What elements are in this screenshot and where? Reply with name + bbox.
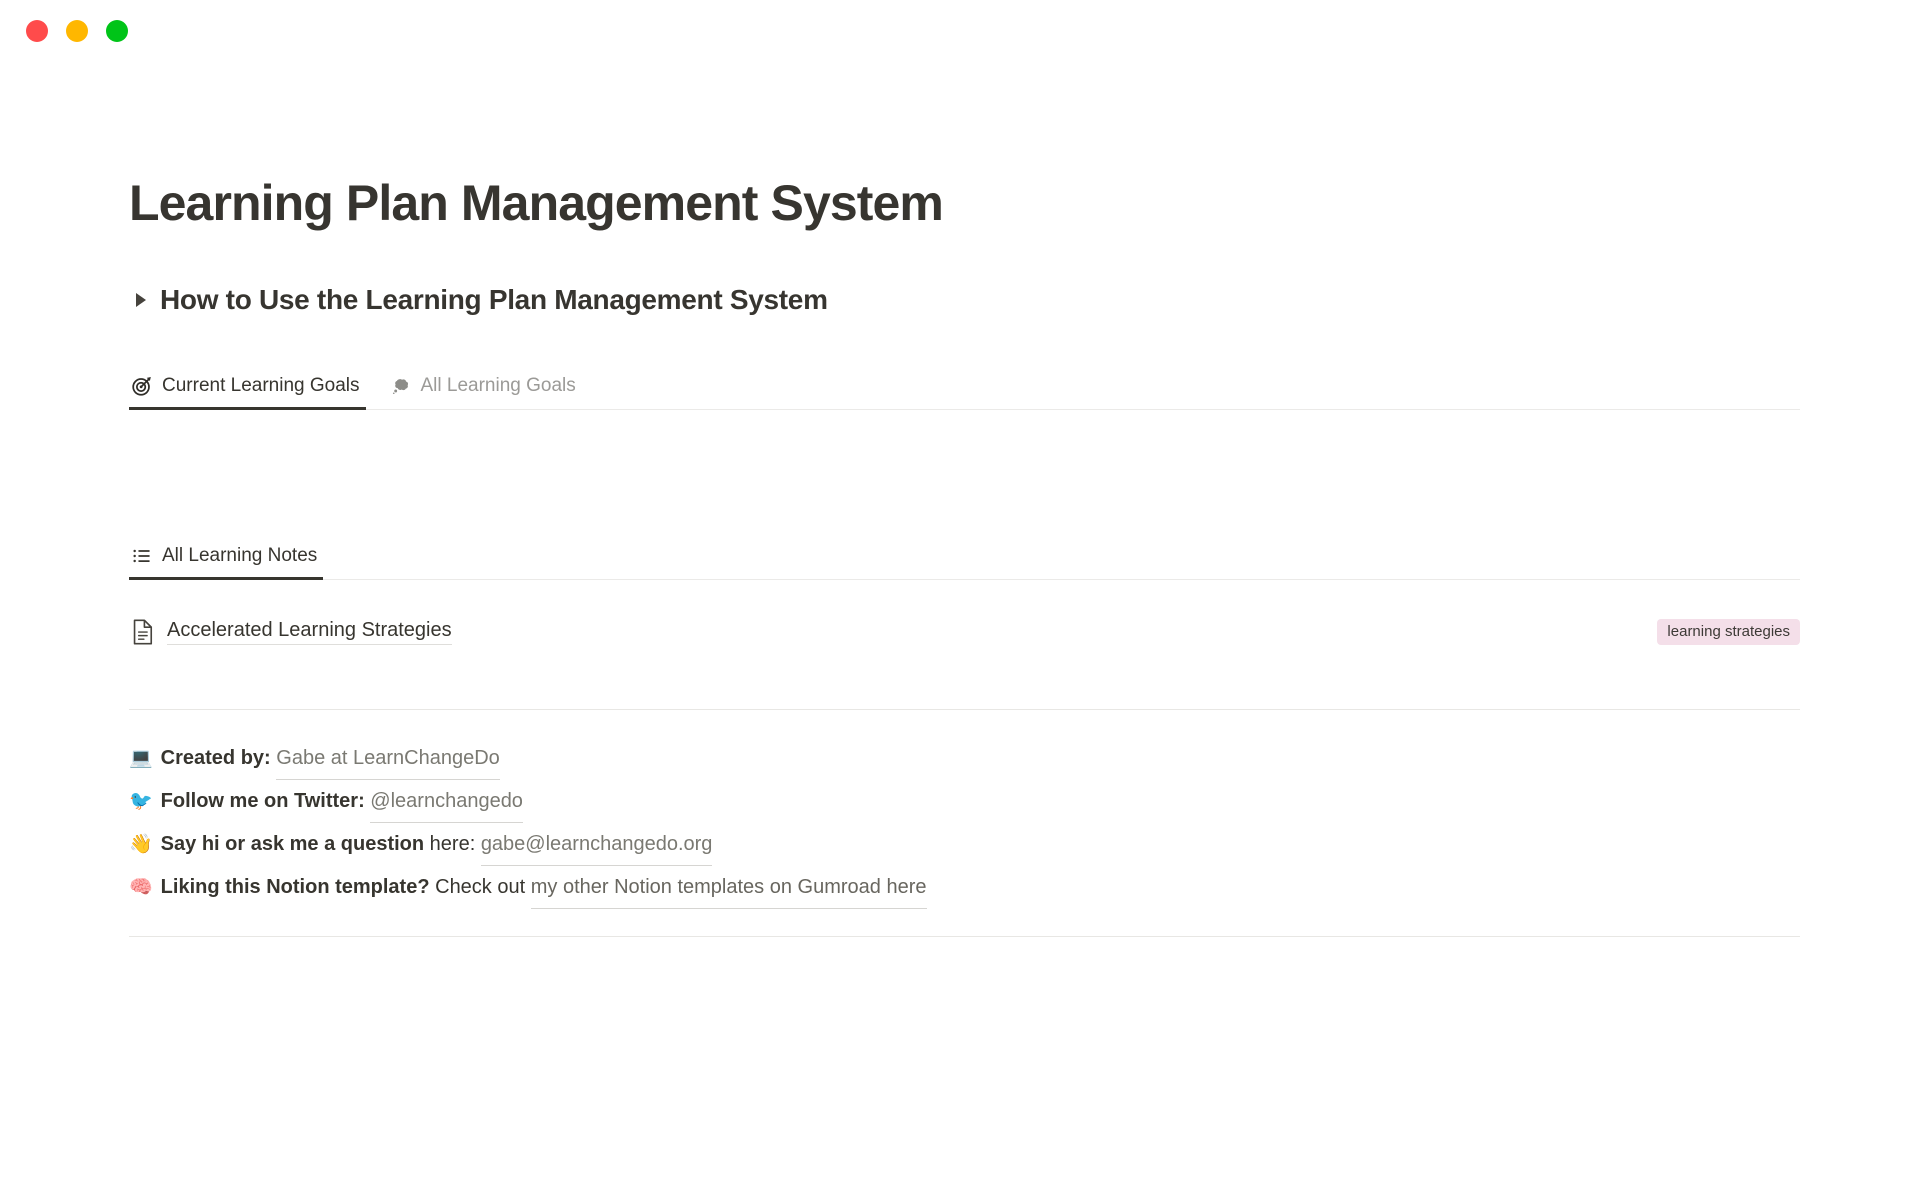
twitter-handle-link[interactable]: @learnchangedo (370, 780, 523, 823)
content-column: Learning Plan Management System How to U… (129, 175, 1800, 937)
brain-emoji: 🧠 (129, 876, 153, 898)
footer-label: Liking this Notion template? (160, 875, 430, 898)
zoom-window-button[interactable] (106, 20, 128, 42)
tab-label: All Learning Goals (420, 374, 576, 396)
tab-label: Current Learning Goals (162, 374, 360, 396)
divider (129, 935, 1800, 937)
table-row[interactable]: Accelerated Learning Strategies learning… (129, 600, 1800, 664)
footer-text: Check out (429, 875, 531, 898)
footer-text: here: (424, 832, 481, 855)
bird-emoji: 🐦 (129, 790, 153, 812)
waving-hand-emoji: 👋 (129, 833, 153, 855)
tab-all-learning-notes[interactable]: All Learning Notes (129, 541, 324, 580)
footer-line-contact: 👋 Say hi or ask me a question here: gabe… (129, 823, 1800, 866)
target-icon (131, 375, 153, 397)
note-title-link[interactable]: Accelerated Learning Strategies (167, 619, 452, 645)
tab-label: All Learning Notes (162, 544, 318, 566)
footer-line-templates: 🧠 Liking this Notion template? Check out… (129, 866, 1800, 909)
footer-label: Created by: (160, 746, 271, 769)
status-badge[interactable]: learning strategies (1657, 618, 1800, 645)
minimize-window-button[interactable] (66, 20, 88, 42)
footer: 💻 Created by: Gabe at LearnChangeDo 🐦 Fo… (129, 708, 1800, 937)
learning-notes-tabstrip: All Learning Notes (129, 541, 1800, 580)
page-title: Learning Plan Management System (129, 175, 944, 231)
window-titlebar (0, 0, 1920, 62)
learning-goals-panel (129, 410, 1800, 468)
toggle-heading-label: How to Use the Learning Plan Management … (160, 283, 828, 315)
footer-line-created-by: 💻 Created by: Gabe at LearnChangeDo (129, 737, 1800, 780)
tab-current-learning-goals[interactable]: Current Learning Goals (129, 371, 366, 410)
divider (129, 708, 1800, 710)
learning-goals-tabstrip: Current Learning Goals All Learning Goal… (129, 371, 1800, 410)
footer-label: Say hi or ask me a question (160, 832, 425, 855)
email-link[interactable]: gabe@learnchangedo.org (480, 823, 713, 866)
footer-line-twitter: 🐦 Follow me on Twitter: @learnchangedo (129, 780, 1800, 823)
laptop-emoji: 💻 (129, 747, 153, 769)
tab-all-learning-goals[interactable]: All Learning Goals (388, 371, 582, 409)
chevron-right-icon[interactable] (136, 292, 146, 307)
page-body: Learning Plan Management System How to U… (0, 62, 1920, 937)
toggle-heading-how-to-use[interactable]: How to Use the Learning Plan Management … (136, 284, 1800, 316)
note-row-main: Accelerated Learning Strategies (132, 619, 1657, 645)
document-icon (132, 618, 154, 645)
footer-label: Follow me on Twitter: (160, 789, 365, 812)
list-icon (131, 545, 153, 567)
thought-bubble-icon (390, 375, 412, 397)
created-by-link[interactable]: Gabe at LearnChangeDo (276, 737, 500, 780)
gumroad-templates-link[interactable]: my other Notion templates on Gumroad her… (530, 866, 927, 909)
close-window-button[interactable] (26, 20, 48, 42)
